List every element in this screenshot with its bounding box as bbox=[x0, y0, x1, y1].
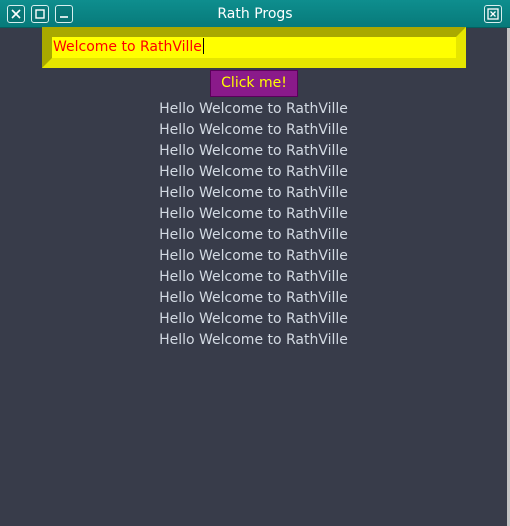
entry-value-text: Welcome to RathVille bbox=[53, 39, 202, 55]
output-line: Hello Welcome to RathVille bbox=[159, 206, 348, 222]
text-entry-area[interactable]: Welcome to RathVille bbox=[52, 37, 456, 58]
text-caret bbox=[202, 38, 204, 54]
window-menu-icon[interactable] bbox=[484, 5, 502, 23]
output-line: Hello Welcome to RathVille bbox=[159, 143, 348, 159]
output-line: Hello Welcome to RathVille bbox=[159, 311, 348, 327]
output-line: Hello Welcome to RathVille bbox=[159, 101, 348, 117]
output-line: Hello Welcome to RathVille bbox=[159, 227, 348, 243]
output-line: Hello Welcome to RathVille bbox=[159, 122, 348, 138]
text-entry-value: Welcome to RathVille bbox=[53, 38, 204, 56]
output-line: Hello Welcome to RathVille bbox=[159, 290, 348, 306]
output-line: Hello Welcome to RathVille bbox=[159, 164, 348, 180]
window-title: Rath Progs bbox=[217, 6, 293, 22]
output-line: Hello Welcome to RathVille bbox=[159, 332, 348, 348]
text-entry[interactable]: Welcome to RathVille bbox=[42, 27, 466, 68]
output-line: Hello Welcome to RathVille bbox=[159, 269, 348, 285]
output-line: Hello Welcome to RathVille bbox=[159, 185, 348, 201]
app-window: Rath Progs Welcome to RathVille Click me… bbox=[0, 0, 510, 526]
title-bar[interactable]: Rath Progs bbox=[0, 0, 510, 28]
output-list: Hello Welcome to RathVille Hello Welcome… bbox=[0, 99, 507, 351]
output-line: Hello Welcome to RathVille bbox=[159, 248, 348, 264]
click-me-button[interactable]: Click me! bbox=[210, 70, 298, 97]
